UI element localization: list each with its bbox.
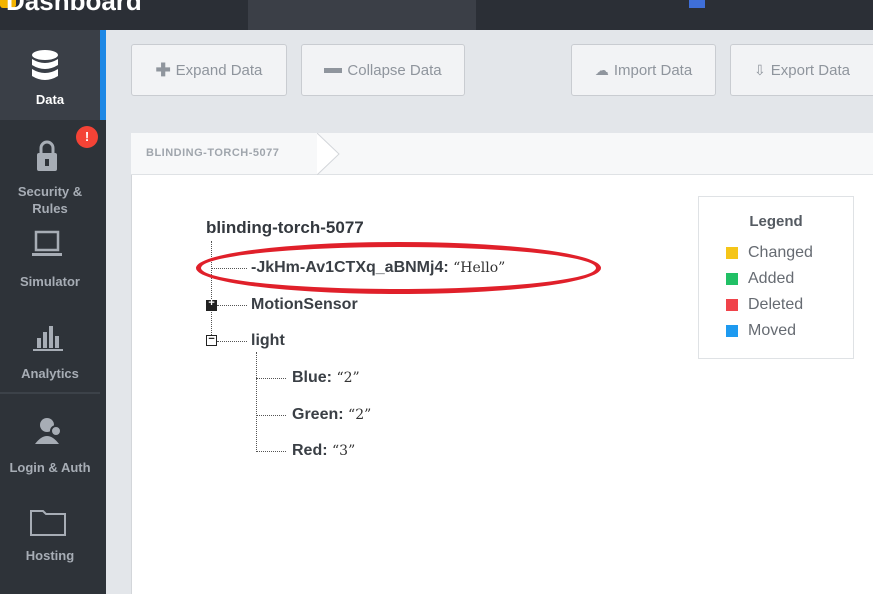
tree-node-key: Green:	[292, 406, 344, 423]
legend-item-added: Added	[726, 270, 794, 288]
legend-label: Deleted	[748, 296, 804, 313]
import-data-label: Import Data	[613, 61, 693, 79]
tree-node-value: “2”	[336, 370, 360, 386]
app-title: Dashboard	[6, 0, 142, 16]
legend-swatch	[726, 299, 738, 311]
lock-icon	[37, 140, 57, 171]
tree-node-blue[interactable]: Blue: “2”	[292, 369, 360, 387]
sidebar-item-label: Login & Auth	[9, 460, 91, 475]
sidebar-item-security[interactable]: Security & Rules	[0, 136, 100, 224]
sidebar-item-analytics[interactable]: Analytics	[0, 318, 100, 390]
legend-swatch	[726, 247, 738, 259]
tree-root-node[interactable]: blinding-torch-5077	[206, 218, 364, 238]
legend-item-changed: Changed	[726, 244, 813, 262]
collapse-data-label: Collapse Data	[347, 61, 442, 79]
top-right-area	[476, 0, 873, 30]
tree-node-green[interactable]: Green: “2”	[292, 406, 371, 424]
monitor-icon	[32, 230, 62, 256]
expand-toggle-icon[interactable]: +	[206, 299, 217, 311]
sidebar-item-login-auth[interactable]: Login & Auth	[0, 412, 100, 492]
top-tab[interactable]	[248, 0, 476, 30]
sidebar-item-label: Analytics	[21, 366, 79, 381]
collapse-toggle-icon[interactable]: −	[206, 335, 217, 346]
folder-icon	[30, 510, 66, 536]
highlight-ellipse	[196, 242, 601, 294]
legend-item-deleted: Deleted	[726, 296, 803, 314]
tree-connector	[256, 352, 257, 452]
tree-node-light[interactable]: light	[251, 332, 285, 350]
sidebar-item-data[interactable]: Data	[0, 30, 100, 120]
user-icon	[35, 418, 62, 444]
sidebar-item-hosting[interactable]: Hosting	[0, 506, 100, 586]
sidebar-item-label-line2: Rules	[32, 201, 68, 216]
legend-swatch	[726, 325, 738, 337]
database-icon	[32, 50, 58, 80]
cloud-upload-icon: ☁	[594, 61, 609, 78]
tree-connector	[217, 305, 247, 306]
tree-node-key: Blue:	[292, 369, 332, 386]
tree-node-key: Red:	[292, 442, 328, 459]
sidebar-item-label: Hosting	[25, 548, 75, 563]
import-data-button[interactable]: ☁ Import Data	[571, 44, 716, 96]
breadcrumb-arrow-icon	[317, 133, 340, 175]
expand-data-button[interactable]: ✚ Expand Data	[131, 44, 287, 96]
sidebar-item-label: Simulator	[20, 274, 80, 289]
tree-connector	[256, 415, 286, 416]
app-title-area: Dashboard	[0, 0, 248, 30]
expand-data-label: Expand Data	[175, 61, 263, 79]
legend-label: Changed	[748, 244, 813, 261]
legend-swatch	[726, 273, 738, 285]
legend-title: Legend	[749, 213, 803, 230]
legend-item-moved: Moved	[726, 322, 796, 340]
tree-connector	[256, 451, 286, 452]
export-data-button[interactable]: ⇩ Export Data	[730, 44, 873, 96]
legend-label: Added	[748, 270, 795, 287]
avatar[interactable]	[686, 0, 708, 8]
sidebar-item-label: Security &	[17, 184, 83, 199]
sidebar-divider	[0, 392, 100, 394]
sidebar-item-simulator[interactable]: Simulator	[0, 226, 100, 296]
legend-label: Moved	[748, 322, 797, 339]
tree-node-red[interactable]: Red: “3”	[292, 442, 355, 460]
notification-badge: !	[76, 126, 98, 148]
tree-node-value: “3”	[332, 443, 356, 459]
export-data-label: Export Data	[770, 61, 850, 79]
tree-connector	[211, 241, 212, 345]
collapse-data-button[interactable]: Collapse Data	[301, 44, 465, 96]
tree-node-motionsensor[interactable]: MotionSensor	[251, 296, 358, 314]
sidebar-item-label: Data	[35, 92, 65, 107]
download-icon: ⇩	[754, 61, 766, 78]
tree-connector	[256, 378, 286, 379]
breadcrumb[interactable]: BLINDING-TORCH-5077	[146, 147, 279, 159]
top-bar: Dashboard	[0, 0, 873, 30]
minus-icon	[324, 67, 343, 73]
tree-connector	[217, 341, 247, 342]
bar-chart-icon	[33, 326, 63, 351]
tree-node-value: “2”	[348, 407, 372, 423]
plus-icon: ✚	[155, 59, 171, 80]
